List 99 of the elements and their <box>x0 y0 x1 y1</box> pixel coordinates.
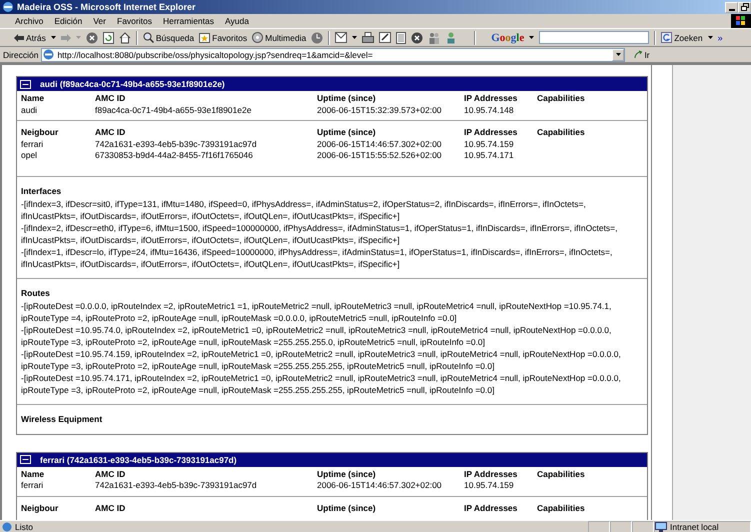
caret-icon[interactable] <box>352 36 358 39</box>
caret-icon[interactable] <box>708 36 713 39</box>
table-cell-text: 10.95.74.159 <box>464 480 515 492</box>
address-field[interactable]: http://localhost:8080/pubscribe/oss/physicaltopology.jsp?sendreq=1&amcid=&level= <box>41 48 626 62</box>
home-icon[interactable] <box>118 32 131 44</box>
interface-entry: -[ifIndex=1, ifDescr=lo, ifType=24, ifMtu=16436, ifSpeed=10000000, ifPhysAddress=, ifAdminStatus=1, ifOperStatus=1, ifInDiscards=, ifInErrors=, ifInOctets=, ifInUcastPkts=, ifOutDiscards=, ifOutErrors=, ifOutOctets=, ifOutQLen=, ifOutUcastPkts=, ifSpecific+] <box>21 246 614 270</box>
zone-indicator: Intranet local <box>654 520 751 532</box>
search-icon <box>142 32 154 43</box>
interface-entry: -[ifIndex=2, ifDescr=eth0, ifType=6, ifMtu=1500, ifSpeed=100000000, ifPhysAddress=, ifAdminStatus=1, ifOperStatus=1, ifInDiscards=, ifInErrors=, ifInOctets=, ifInUcastPkts=, ifOutDiscards=, ifOutErrors=, ifOutOctets=, ifOutQLen=, ifOutUcastPkts=, ifSpecific+] <box>21 222 619 246</box>
table-cell-text: 742a1631-e393-4eb5-b39c-7393191ac97d <box>95 480 258 492</box>
table-cell-text: 10.95.74.159 <box>464 138 515 150</box>
column-header: Capabilities <box>537 468 586 480</box>
table-cell-text: 10.95.74.171 <box>464 150 515 162</box>
menu-item[interactable]: Edición <box>54 16 82 26</box>
caret-icon[interactable] <box>529 36 534 39</box>
people-icon[interactable] <box>428 32 440 44</box>
device-title: audi (f89ac4ca-0c71-49b4-a655-93e1f8901e2e) <box>40 79 225 89</box>
people-icon[interactable] <box>445 32 458 44</box>
column-header: Uptime (since) <box>317 468 377 480</box>
restore-icon <box>740 3 748 11</box>
column-header: Uptime (since) <box>317 93 377 104</box>
table-cell-text: ferrari <box>21 138 44 150</box>
disc-icon <box>252 32 264 43</box>
column-header: IP Addresses <box>464 468 518 480</box>
column-header: IP Addresses <box>464 502 518 514</box>
caret-icon[interactable] <box>50 36 56 39</box>
column-header: Name <box>21 468 46 480</box>
restore-button[interactable] <box>738 2 751 12</box>
browser-icon <box>2 1 14 13</box>
google-logo[interactable]: Google <box>491 32 524 44</box>
search-field[interactable] <box>539 31 650 44</box>
column-header: AMC ID <box>95 93 126 104</box>
column-header: IP Addresses <box>464 127 518 138</box>
document-icon[interactable] <box>396 32 406 44</box>
page-icon <box>2 522 12 532</box>
column-header: Capabilities <box>537 93 586 104</box>
page-icon <box>43 49 54 60</box>
route-entry: -[ipRouteDest =10.95.74.171, ipRouteIndex =2, ipRouteMetric1 =0, ipRouteMetric2 =null, ipRouteMetric3 =null, ipRouteMetric4 =null, ipRouteNextHop =0.0.0.0, ipRouteType =3, ipRouteProto =2, ipRouteAge =null, ipRouteMask =255.255.255.255, ipRouteMetric5 =null, ipRouteInfo =0.0] <box>21 372 622 396</box>
collapse-icon[interactable] <box>20 455 31 464</box>
section-title: Routes <box>21 286 51 300</box>
menu-item[interactable]: Ver <box>93 16 106 26</box>
column-header: Neigbour <box>21 502 60 514</box>
star-icon <box>199 32 210 43</box>
menu-item[interactable]: Herramientas <box>162 16 214 26</box>
table-cell-text: 742a1631-e393-4eb5-b39c-7393191ac97d <box>95 138 258 150</box>
stop-icon[interactable] <box>86 32 98 44</box>
interface-entry: -[ifIndex=3, ifDescr=sit0, ifType=131, ifMtu=1480, ifSpeed=0, ifPhysAddress=, ifAdminStatus=2, ifOperStatus=2, ifInDiscards=, ifInErrors=, ifInOctets=, ifInUcastPkts=, ifOutDiscards=, ifOutErrors=, ifOutOctets=, ifOutQLen=, ifOutUcastPkts=, ifSpecific+] <box>21 198 587 222</box>
column-header: Uptime (since) <box>317 127 377 138</box>
column-header: IP Addresses <box>464 93 518 104</box>
table-cell-text: 2006-06-15T14:46:57.302+02:00 <box>317 138 443 150</box>
column-header: Capabilities <box>537 127 586 138</box>
column-header: AMC ID <box>95 502 126 514</box>
favorites-button[interactable]: Favoritos <box>199 32 248 43</box>
route-entry: -[ipRouteDest =10.95.74.0, ipRouteIndex =2, ipRouteMetric1 =0, ipRouteMetric2 =null, ipRouteMetric3 =null, ipRouteMetric4 =null, ipRouteNextHop =0.0.0.0, ipRouteType =3, ipRouteProto =2, ipRouteAge =null, ipRouteMask =255.255.255.0, ipRouteMetric5 =null, ipRouteInfo =0.0] <box>21 324 612 348</box>
more-button[interactable]: » <box>718 32 723 42</box>
address-label: Dirección <box>3 50 38 60</box>
go-button[interactable]: Ir <box>628 50 650 60</box>
history-icon[interactable] <box>311 32 324 44</box>
window-title: Madeira OSS - Microsoft Internet Explorer <box>17 2 197 12</box>
column-header: Neigbour <box>21 127 60 138</box>
minimize-button[interactable] <box>725 2 738 12</box>
media-button[interactable]: Multimedia <box>252 32 306 43</box>
column-header: Capabilities <box>537 502 586 514</box>
monitor-icon <box>655 522 667 532</box>
column-header: Uptime (since) <box>317 502 377 514</box>
menu-item[interactable]: Archivo <box>15 16 44 26</box>
menu-item[interactable]: Ayuda <box>225 16 249 26</box>
block-icon[interactable] <box>411 32 424 44</box>
route-entry: -[ipRouteDest =10.95.74.159, ipRouteIndex =2, ipRouteMetric1 =0, ipRouteMetric2 =null, ipRouteMetric3 =null, ipRouteMetric4 =null, ipRouteNextHop =0.0.0.0, ipRouteType =3, ipRouteProto =2, ipRouteAge =null, ipRouteMask =255.255.255.255, ipRouteMetric5 =null, ipRouteInfo =0.0] <box>21 348 622 372</box>
mail-icon[interactable] <box>335 32 348 43</box>
windows-logo-icon <box>731 14 751 28</box>
back-button[interactable]: Atrás <box>14 32 46 42</box>
collapse-icon[interactable] <box>20 80 31 88</box>
table-cell-text: audi <box>21 104 38 116</box>
section-title: Wireless Equipment <box>21 412 104 426</box>
table-cell-text: 2006-06-15T15:55:52.526+02:00 <box>317 150 443 162</box>
device-title: ferrari (742a1631-e393-4eb5-b39c-7393191ac97d) <box>40 454 237 464</box>
section-title: Interfaces <box>21 184 62 198</box>
table-cell-text: 2006-06-15T14:46:57.302+02:00 <box>317 480 443 492</box>
column-header: Name <box>21 93 46 104</box>
table-cell-text: 67330853-b9d4-44a2-8455-7f16f1765046 <box>95 150 254 162</box>
edit-icon[interactable] <box>379 32 392 43</box>
zoeken-button[interactable]: Zoeken <box>661 32 703 43</box>
print-icon[interactable] <box>362 32 374 43</box>
letter-c-icon <box>661 32 672 43</box>
search-button[interactable]: Búsqueda <box>142 32 194 43</box>
status-text: Listo <box>0 522 588 532</box>
menu-item[interactable]: Favoritos <box>117 16 152 26</box>
table-cell-text: 10.95.74.148 <box>464 104 515 116</box>
table-cell-text: ferrari <box>21 480 44 492</box>
go-arrow-icon <box>634 50 644 59</box>
back-arrow-icon <box>14 34 24 42</box>
column-header: AMC ID <box>95 127 126 138</box>
refresh-icon[interactable] <box>102 32 114 44</box>
table-cell-text: opel <box>21 150 38 162</box>
table-cell-text: 2006-06-15T15:32:39.573+02:00 <box>317 104 443 116</box>
route-entry: -[ipRouteDest =0.0.0.0, ipRouteIndex =2, ipRouteMetric1 =1, ipRouteMetric2 =null, ipRouteMetric3 =null, ipRouteMetric4 =null, ipRouteNextHop =10.95.74.1, ipRouteType =4, ipRouteProto =2, ipRouteAge =null, ipRouteMask =0.0.0.0, ipRouteMetric5 =null, ipRouteInfo =0.0] <box>21 300 612 324</box>
table-cell-text: f89ac4ca-0c71-49b4-a655-93e1f8901e2e <box>95 104 252 116</box>
column-header: AMC ID <box>95 468 126 480</box>
